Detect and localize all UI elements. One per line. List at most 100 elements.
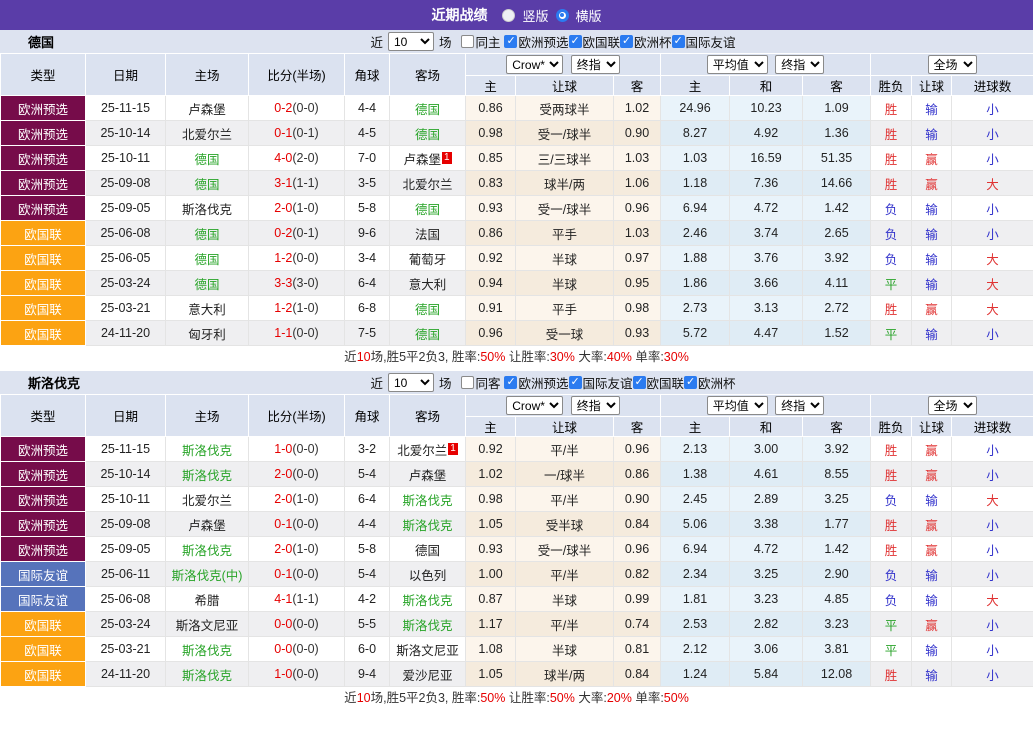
home-team-link[interactable]: 斯洛伐克 <box>182 544 232 558</box>
average-time-select[interactable]: 终指 <box>775 55 824 74</box>
handicap-line: 受半球 <box>516 512 614 537</box>
away-team-link[interactable]: 意大利 <box>409 278 447 292</box>
away-team-link[interactable]: 德国 <box>415 303 440 317</box>
same-venue-checkbox[interactable] <box>461 35 474 48</box>
home-team-link[interactable]: 北爱尔兰 <box>182 494 232 508</box>
halftime-score: (1-0) <box>292 201 318 215</box>
away-team-link[interactable]: 爱沙尼亚 <box>402 669 452 683</box>
vertical-view-radio[interactable] <box>502 9 515 22</box>
away-team-link[interactable]: 德国 <box>415 128 440 142</box>
away-team-link[interactable]: 北爱尔兰 <box>397 444 447 458</box>
home-team-link[interactable]: 卢森堡 <box>188 519 226 533</box>
vertical-view-label[interactable]: 竖版 <box>522 6 548 25</box>
home-team-link[interactable]: 北爱尔兰 <box>182 128 232 142</box>
home-team-link[interactable]: 意大利 <box>188 303 226 317</box>
league-filter-checkbox[interactable] <box>684 376 697 389</box>
bookmaker-time-select[interactable]: 终指 <box>571 396 620 415</box>
league-filter-checkbox[interactable] <box>569 35 582 48</box>
result-handicap: 输 <box>912 662 952 687</box>
bookmaker-time-select[interactable]: 终指 <box>571 55 620 74</box>
scope-select[interactable]: 全场 <box>928 396 977 415</box>
league-filter-checkbox[interactable] <box>672 35 685 48</box>
match-date: 25-06-05 <box>86 246 166 271</box>
league-filter-label: 欧洲预选 <box>518 373 568 392</box>
team-filter-bar: 斯洛伐克 近 10 场 同客 欧洲预选 国际友谊 欧国联 欧洲杯 <box>0 371 1033 394</box>
away-team-link[interactable]: 以色列 <box>409 569 447 583</box>
home-team-link[interactable]: 匈牙利 <box>188 328 226 342</box>
avg-away-odds: 1.42 <box>803 196 871 221</box>
away-team-link[interactable]: 法国 <box>415 228 440 242</box>
home-team-link[interactable]: 斯洛文尼亚 <box>176 619 239 633</box>
bookmaker-select[interactable]: Crow* <box>506 396 563 415</box>
avg-home-odds: 1.24 <box>661 662 730 687</box>
avg-draw-odds: 5.84 <box>730 662 803 687</box>
league-filter-checkbox[interactable] <box>504 35 517 48</box>
away-team-link[interactable]: 德国 <box>415 103 440 117</box>
league-filter-checkbox[interactable] <box>620 35 633 48</box>
league-type-badge: 欧国联 <box>1 612 86 637</box>
result-handicap: 输 <box>912 562 952 587</box>
horizontal-view-label[interactable]: 横版 <box>576 6 602 25</box>
away-team-link[interactable]: 葡萄牙 <box>409 253 447 267</box>
league-type-badge: 欧洲预选 <box>1 512 86 537</box>
league-type-badge: 欧洲预选 <box>1 462 86 487</box>
away-team-link[interactable]: 斯洛文尼亚 <box>396 644 459 658</box>
result-handicap: 输 <box>912 321 952 346</box>
away-team-link[interactable]: 斯洛伐克 <box>402 619 452 633</box>
page-title: 近期战绩 <box>431 5 487 25</box>
away-team-link[interactable]: 斯洛伐克 <box>402 494 452 508</box>
league-filter-label: 国际友谊 <box>686 32 736 51</box>
team-section-slovakia: 斯洛伐克 近 10 场 同客 欧洲预选 国际友谊 欧国联 欧洲杯 类型 <box>0 371 1033 711</box>
team-summary: 近10场,胜5平2负3, 胜率:50% 让胜率:50% 大率:20% 单率:50… <box>0 687 1033 711</box>
away-team-link[interactable]: 卢森堡 <box>409 469 447 483</box>
away-cell: 法国 <box>390 221 466 246</box>
league-filter-label: 欧洲杯 <box>634 32 672 51</box>
home-team-link[interactable]: 斯洛伐克 <box>182 469 232 483</box>
home-odds: 0.83 <box>466 171 516 196</box>
league-filter-checkbox[interactable] <box>569 376 582 389</box>
away-cell: 北爱尔兰1 <box>390 437 466 462</box>
home-team-link[interactable]: 希腊 <box>194 594 219 608</box>
match-row: 欧国联25-03-24德国3-3(3-0)6-4意大利0.94半球0.951.8… <box>1 271 1033 296</box>
away-odds: 0.84 <box>614 662 661 687</box>
score-cell: 0-1(0-0) <box>249 562 345 587</box>
average-time-select[interactable]: 终指 <box>775 396 824 415</box>
rounds-select[interactable]: 10 <box>388 32 434 51</box>
home-odds: 1.00 <box>466 562 516 587</box>
average-select[interactable]: 平均值 <box>707 55 768 74</box>
table-group-header-row: 类型 日期 主场 比分(半场) 角球 客场 Crow* 终指 平均值 终指 全场 <box>1 54 1033 76</box>
away-team-link[interactable]: 德国 <box>415 203 440 217</box>
scope-select[interactable]: 全场 <box>928 55 977 74</box>
away-team-link[interactable]: 北爱尔兰 <box>402 178 452 192</box>
away-team-link[interactable]: 德国 <box>415 544 440 558</box>
match-row: 欧洲预选25-10-11德国4-0(2-0)7-0卢森堡10.85三/三球半1.… <box>1 146 1033 171</box>
league-filter-checkbox[interactable] <box>633 376 646 389</box>
match-date: 25-09-05 <box>86 196 166 221</box>
horizontal-view-radio[interactable] <box>556 9 569 22</box>
home-team-link[interactable]: 德国 <box>194 228 219 242</box>
avg-away-odds: 3.23 <box>803 612 871 637</box>
home-team-link[interactable]: 斯洛伐克 <box>182 203 232 217</box>
league-filter-checkbox[interactable] <box>504 376 517 389</box>
home-team-link[interactable]: 卢森堡 <box>188 103 226 117</box>
home-team-link[interactable]: 德国 <box>194 178 219 192</box>
home-team-link[interactable]: 德国 <box>194 278 219 292</box>
away-team-link[interactable]: 斯洛伐克 <box>402 519 452 533</box>
result-goals: 大 <box>952 271 1033 296</box>
home-team-link[interactable]: 斯洛伐克 <box>182 444 232 458</box>
away-team-link[interactable]: 德国 <box>415 328 440 342</box>
match-date: 25-03-24 <box>86 612 166 637</box>
corner-count: 7-0 <box>345 146 390 171</box>
home-team-link[interactable]: 德国 <box>194 153 219 167</box>
column-header-type: 类型 <box>1 395 86 437</box>
home-team-link[interactable]: 德国 <box>194 253 219 267</box>
home-team-link[interactable]: 斯洛伐克(中) <box>172 569 243 583</box>
home-team-link[interactable]: 斯洛伐克 <box>182 644 232 658</box>
average-select[interactable]: 平均值 <box>707 396 768 415</box>
home-team-link[interactable]: 斯洛伐克 <box>182 669 232 683</box>
away-team-link[interactable]: 斯洛伐克 <box>402 594 452 608</box>
rounds-select[interactable]: 10 <box>388 373 434 392</box>
same-venue-checkbox[interactable] <box>461 376 474 389</box>
bookmaker-select[interactable]: Crow* <box>506 55 563 74</box>
away-team-link[interactable]: 卢森堡 <box>403 153 441 167</box>
